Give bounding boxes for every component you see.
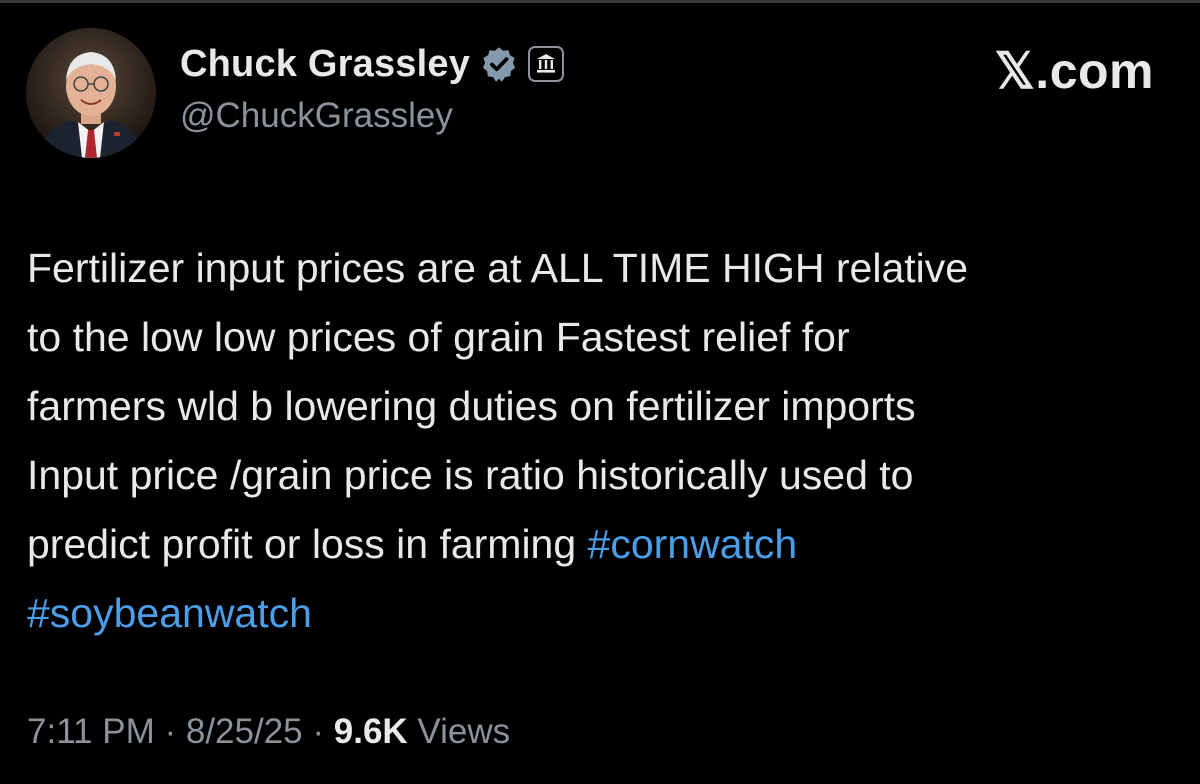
site-logo: 𝕏.com: [994, 43, 1154, 99]
author-name-row: Chuck Grassley: [180, 38, 565, 90]
tweet-text: Fertilizer input prices are at ALL TIME …: [27, 234, 1177, 648]
tweet-text-line: to the low low prices of grain Fastest r…: [27, 314, 850, 360]
tweet-text-line: farmers wld b lowering duties on fertili…: [27, 383, 916, 429]
tweet-time[interactable]: 7:11 PM: [27, 712, 155, 751]
views-count[interactable]: 9.6K: [334, 712, 408, 751]
government-building-icon: [528, 46, 565, 82]
hashtag-link[interactable]: #cornwatch: [588, 521, 798, 567]
tweet-meta: 7:11 PM · 8/25/25 · 9.6K Views: [27, 712, 510, 752]
tweet-date[interactable]: 8/25/25: [186, 712, 303, 751]
avatar[interactable]: [26, 28, 156, 158]
tweet-text-line-with-hashtag: predict profit or loss in farming #cornw…: [27, 510, 1177, 579]
tweet-text-line: Fertilizer input prices are at ALL TIME …: [27, 245, 969, 291]
hashtag-link[interactable]: #soybeanwatch: [27, 590, 312, 636]
author-name[interactable]: Chuck Grassley: [180, 43, 470, 86]
meta-separator: ·: [302, 712, 334, 751]
verified-badge-icon: [480, 45, 518, 83]
views-label: Views: [407, 712, 511, 751]
avatar-photo: [26, 28, 156, 158]
tweet-card: Chuck Grassley @ChuckGrassley 𝕏.com Fert…: [0, 0, 1200, 784]
meta-separator: ·: [154, 712, 186, 751]
tweet-text-line-hashtag: #soybeanwatch: [27, 579, 1177, 648]
author-handle[interactable]: @ChuckGrassley: [180, 96, 453, 136]
tweet-text-segment: predict profit or loss in farming: [27, 521, 588, 567]
tweet-text-line: Input price /grain price is ratio histor…: [27, 452, 914, 498]
